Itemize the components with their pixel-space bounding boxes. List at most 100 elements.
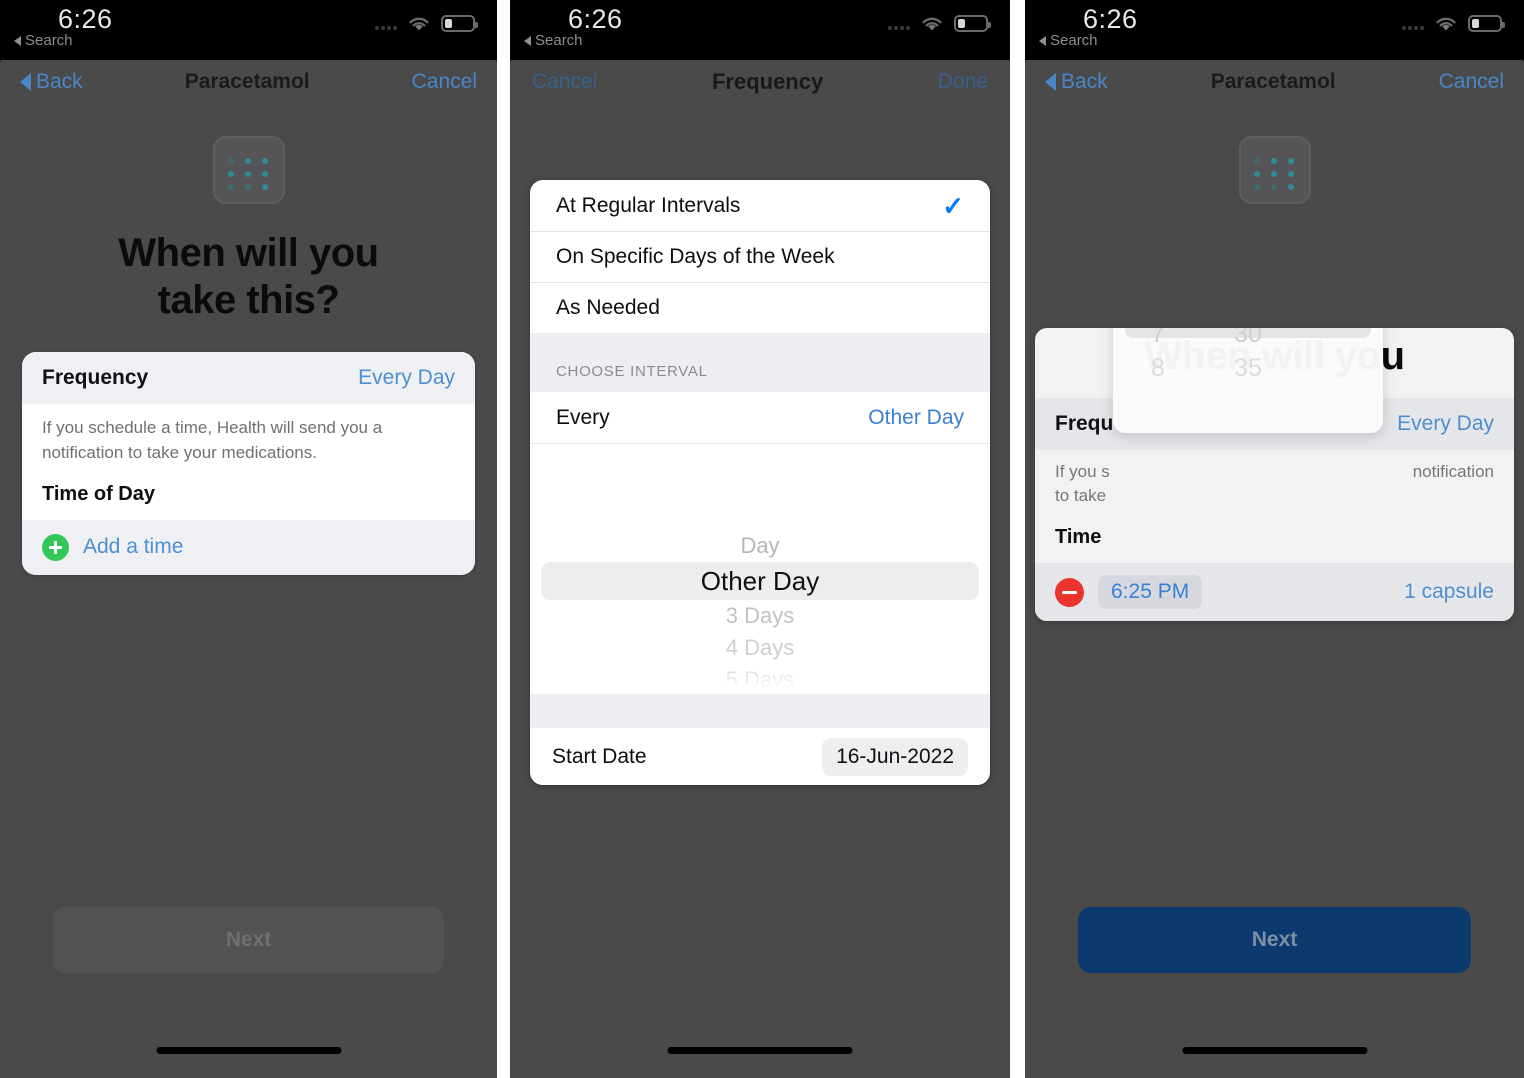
time-of-day-heading: Time	[1055, 526, 1102, 549]
meridiem-column[interactable]: AM PM	[1293, 328, 1383, 433]
minute-column[interactable]: 15 20 25 30 35	[1203, 328, 1293, 433]
scheduled-time-row[interactable]: 6:25 PM 1 capsule	[1035, 563, 1514, 622]
minute-option[interactable]: 30	[1203, 328, 1293, 351]
navigation-bar-1: Back Paracetamol Cancel	[0, 52, 497, 112]
choose-interval-header: CHOOSE INTERVAL	[530, 359, 990, 392]
hour-column[interactable]: 4 5 6 7 8	[1113, 328, 1203, 433]
phone-screen-1: 6:26 Search Back Paracetamol Cancel When…	[0, 0, 497, 1078]
wifi-icon	[919, 14, 945, 33]
minus-circle-icon[interactable]	[1055, 577, 1084, 607]
medication-schedule-screen: Back Paracetamol Cancel When will you ta…	[0, 52, 497, 1078]
every-label: Every	[556, 405, 610, 429]
next-button[interactable]: Next	[1078, 907, 1471, 973]
hero-title-line1: When will you	[118, 231, 379, 275]
frequency-screen: Cancel Frequency Done At Regular Interva…	[510, 52, 1010, 1078]
add-time-button[interactable]: Add a time	[22, 519, 475, 575]
hour-option[interactable]: 8	[1113, 351, 1203, 385]
status-back-to-search[interactable]: Search	[1039, 32, 1098, 49]
hero-section-3	[1025, 112, 1524, 204]
status-back-to-search[interactable]: Search	[14, 32, 73, 49]
minute-option[interactable]: 35	[1203, 351, 1293, 385]
back-button[interactable]: Back	[1045, 70, 1108, 94]
status-time: 6:26	[58, 4, 113, 34]
status-indicators	[888, 14, 991, 33]
time-picker[interactable]: 4 5 6 7 8 15 20 25 30 35	[1113, 328, 1383, 433]
note-left-line2: to take	[1055, 486, 1107, 506]
frequency-label: Frequ	[1055, 412, 1114, 435]
page-title: Paracetamol	[184, 70, 310, 93]
status-time: 6:26	[568, 4, 623, 34]
checkmark-icon: ✓	[942, 190, 964, 221]
medication-schedule-screen-with-time-picker: Back Paracetamol Cancel When will you	[1025, 52, 1524, 1078]
calendar-icon	[1238, 136, 1311, 204]
start-date-label: Start Date	[552, 744, 647, 768]
navigation-bar-3: Back Paracetamol Cancel	[1025, 52, 1524, 112]
status-bar-2: 6:26 Search	[510, 0, 1010, 60]
cancel-button[interactable]: Cancel	[1439, 70, 1504, 94]
schedule-card-overlay: When will you Frequ Every Day If you s t…	[1035, 328, 1514, 622]
page-title: Frequency	[711, 69, 824, 94]
section-spacer	[530, 694, 990, 728]
done-button[interactable]: Done	[938, 70, 988, 94]
frequency-row[interactable]: Frequency Every Day	[22, 352, 475, 405]
home-indicator	[667, 1047, 853, 1054]
hour-option[interactable]: 7	[1113, 328, 1203, 351]
status-back-label: Search	[1050, 32, 1098, 49]
schedule-note: If you s to take notification	[1035, 450, 1514, 512]
status-bar-3: 6:26 Search	[1025, 0, 1524, 60]
frequency-value[interactable]: Every Day	[358, 366, 455, 390]
navigation-bar-2: Cancel Frequency Done	[510, 52, 1010, 112]
cancel-button[interactable]: Cancel	[412, 70, 477, 94]
note-right: notification	[1412, 462, 1494, 481]
wheel-item[interactable]: 4 Days	[530, 632, 990, 664]
status-bar-1: 6:26 Search	[0, 0, 497, 60]
add-time-label: Add a time	[83, 535, 184, 559]
phone-screen-2: 6:26 Search Cancel Frequency Done At Reg…	[510, 0, 1010, 1078]
wheel-item-selected[interactable]: Other Day	[541, 562, 979, 600]
status-back-label: Search	[25, 32, 73, 49]
chevron-left-icon	[20, 73, 31, 91]
home-indicator	[156, 1047, 341, 1054]
every-row[interactable]: Every Other Day	[530, 392, 990, 444]
status-back-to-search[interactable]: Search	[524, 32, 583, 49]
start-date-row[interactable]: Start Date 16-Jun-2022	[530, 728, 990, 785]
schedule-note: If you schedule a time, Health will send…	[42, 418, 383, 462]
interval-picker-wheel[interactable]: Day Other Day 3 Days 4 Days 5 Days	[530, 444, 990, 694]
option-on-specific-days[interactable]: On Specific Days of the Week	[530, 231, 990, 282]
phone-screen-3: 6:26 Search Back Paracetamol Cancel Freq…	[1025, 0, 1524, 1078]
screenshot-root: 6:26 Search Back Paracetamol Cancel When…	[0, 0, 1524, 1078]
page-title: Paracetamol	[1210, 70, 1336, 93]
battery-low-icon	[1468, 15, 1505, 32]
section-spacer	[530, 333, 990, 359]
status-time: 6:26	[1083, 4, 1138, 34]
status-back-label: Search	[535, 32, 583, 49]
cellular-signal-icon	[375, 18, 397, 30]
status-indicators	[1402, 14, 1505, 33]
next-button[interactable]: Next	[53, 907, 444, 973]
time-of-day-heading: Time of Day	[42, 482, 155, 505]
cellular-signal-icon	[1402, 18, 1424, 30]
frequency-value[interactable]: Every Day	[1397, 412, 1494, 436]
hero-title-line2: take this?	[157, 278, 340, 323]
option-as-needed[interactable]: As Needed	[530, 282, 990, 333]
hero-title: When will you take this?	[0, 230, 497, 324]
frequency-label: Frequency	[42, 366, 149, 390]
option-at-regular-intervals[interactable]: At Regular Intervals ✓	[530, 180, 990, 231]
cancel-button[interactable]: Cancel	[532, 70, 597, 94]
option-label: As Needed	[556, 296, 660, 319]
option-label: At Regular Intervals	[556, 193, 741, 217]
wifi-icon	[406, 14, 432, 33]
back-button[interactable]: Back	[20, 70, 83, 94]
back-button-label: Back	[36, 70, 83, 93]
triangle-left-icon	[524, 35, 531, 46]
wheel-item[interactable]: 3 Days	[530, 600, 990, 632]
dose-value[interactable]: 1 capsule	[1404, 580, 1494, 604]
start-date-value[interactable]: 16-Jun-2022	[822, 737, 968, 776]
wheel-item[interactable]: Day	[530, 530, 990, 562]
wheel-fade	[530, 670, 990, 694]
triangle-left-icon	[14, 35, 21, 46]
every-value[interactable]: Other Day	[868, 406, 964, 430]
plus-circle-icon	[42, 533, 69, 561]
wifi-icon	[1433, 14, 1459, 33]
time-value[interactable]: 6:25 PM	[1098, 575, 1203, 610]
